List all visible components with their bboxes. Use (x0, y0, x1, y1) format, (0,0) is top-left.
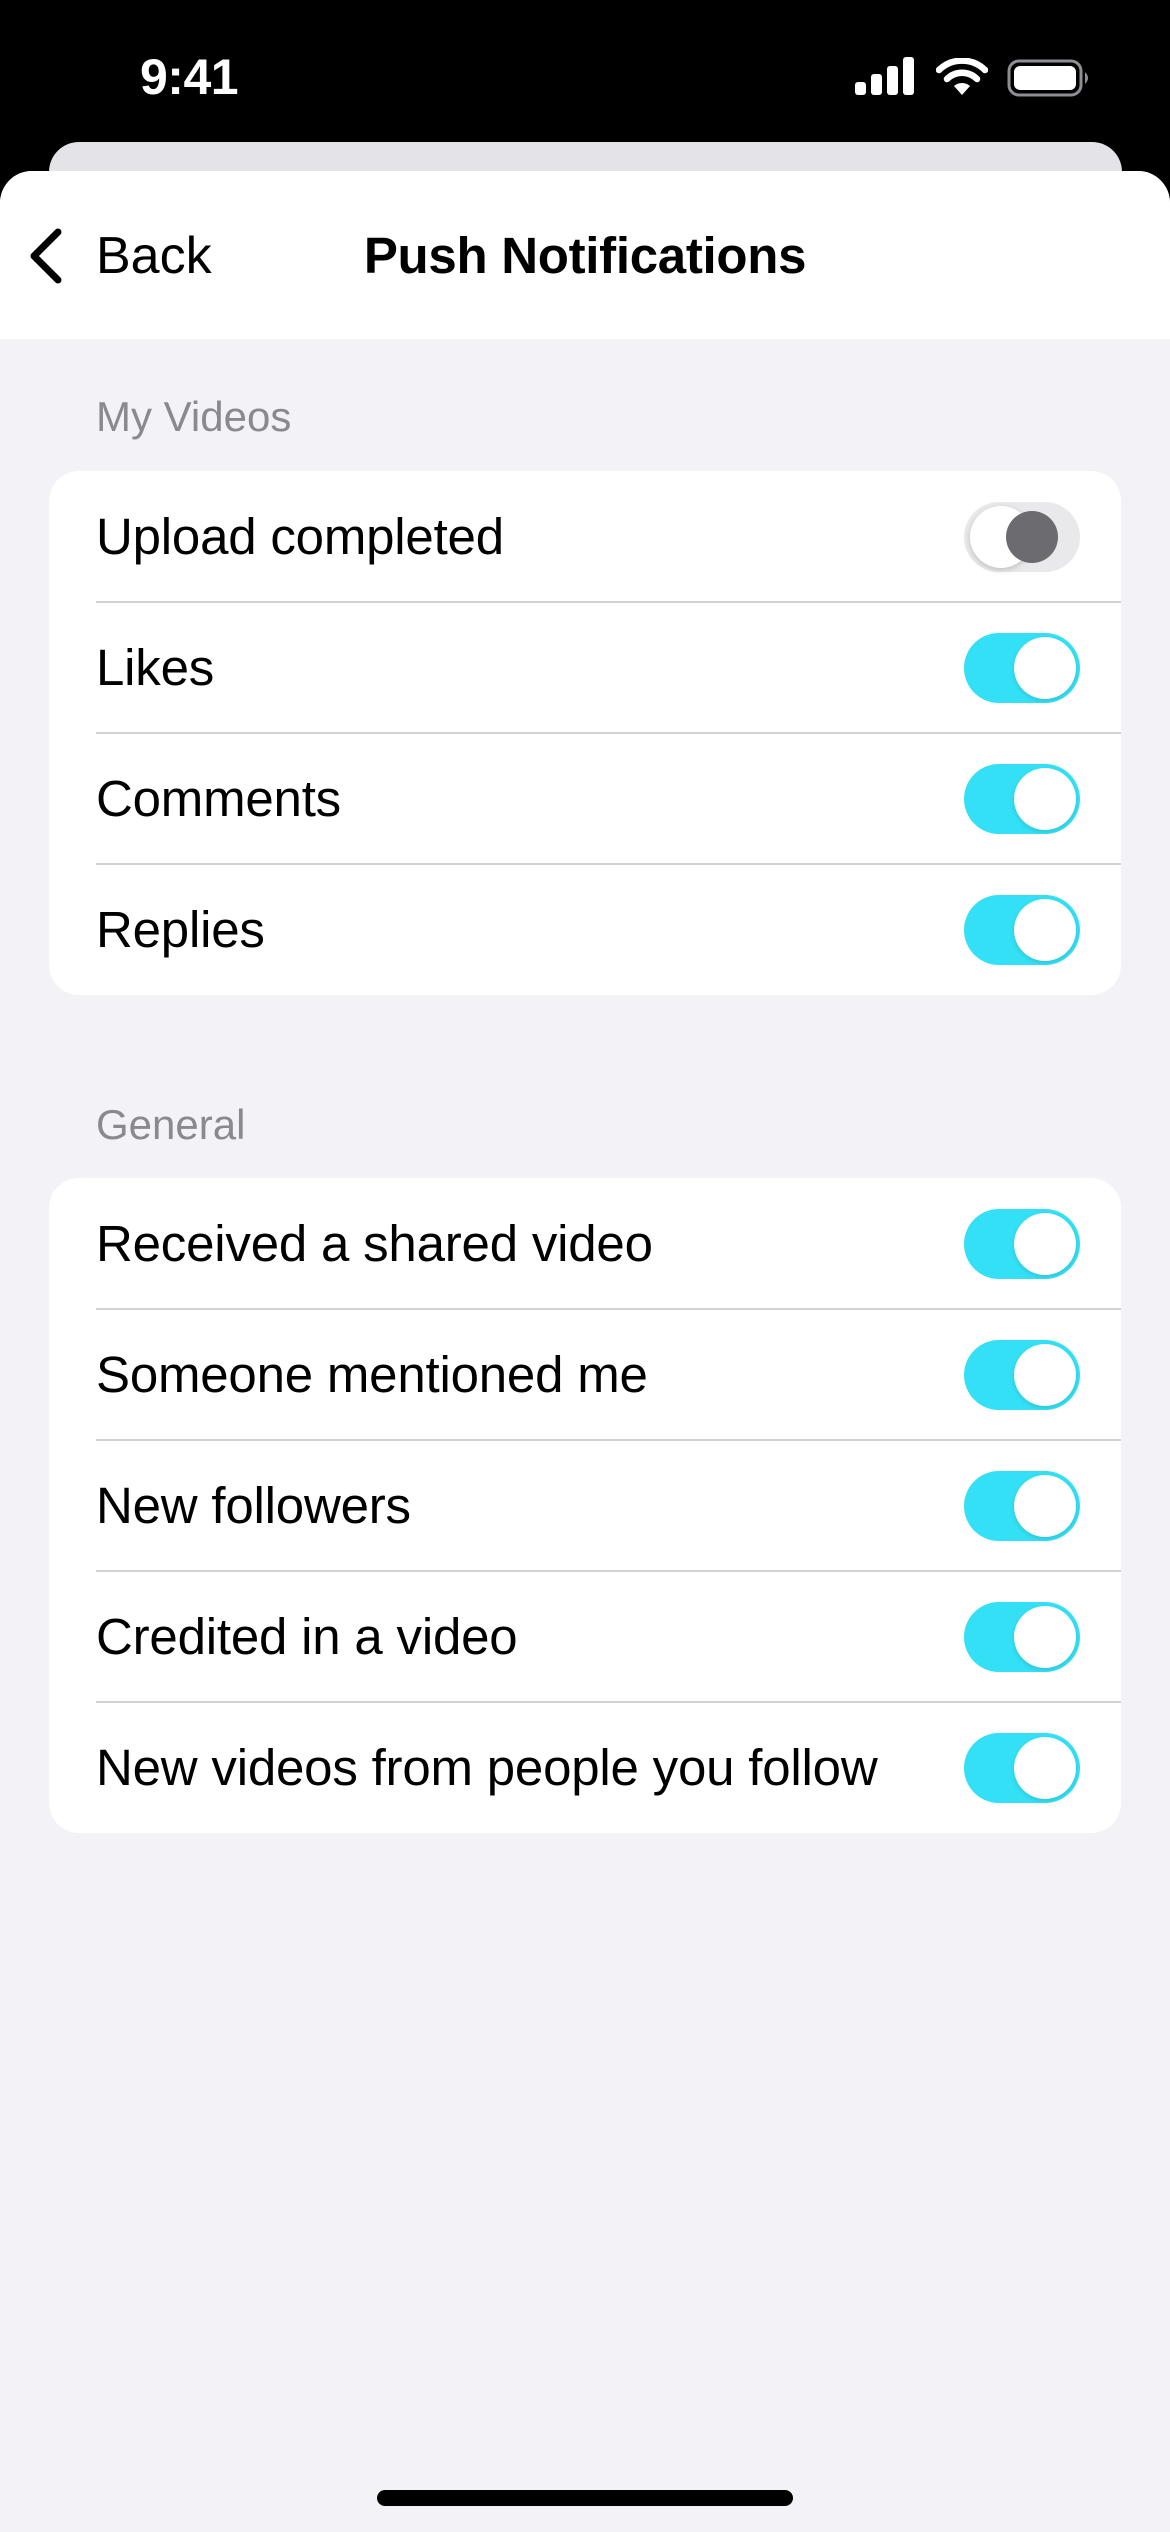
status-bar: 9:41 (0, 0, 1170, 140)
received-shared-video-toggle[interactable] (964, 1209, 1080, 1279)
toggle-knob (1014, 1344, 1076, 1406)
setting-label: Likes (96, 638, 215, 696)
setting-label: Someone mentioned me (96, 1345, 648, 1403)
credited-in-video-toggle[interactable] (964, 1602, 1080, 1672)
likes-toggle[interactable] (964, 633, 1080, 703)
someone-mentioned-me-toggle[interactable] (964, 1340, 1080, 1410)
setting-label: New followers (96, 1476, 411, 1534)
setting-row-credited-in-video: Credited in a video (49, 1570, 1121, 1702)
setting-row-new-videos-from-following: New videos from people you follow (49, 1701, 1121, 1833)
setting-row-comments: Comments (49, 732, 1121, 864)
new-videos-from-following-toggle[interactable] (964, 1733, 1080, 1803)
setting-row-likes: Likes (49, 601, 1121, 733)
touch-indicator (1006, 511, 1058, 563)
toggle-knob (1014, 1737, 1076, 1799)
setting-label: New videos from people you follow (96, 1738, 878, 1796)
status-icons (852, 56, 1102, 98)
toggle-knob (1014, 1475, 1076, 1537)
battery-icon (1007, 59, 1088, 97)
general-card: Received a shared video Someone mentione… (49, 1178, 1121, 1833)
navigation-bar: Back Push Notifications (0, 171, 1170, 339)
replies-toggle[interactable] (964, 895, 1080, 965)
my-videos-card: Upload completed Likes Comments Replies (49, 471, 1121, 995)
toggle-knob (1014, 637, 1076, 699)
toggle-knob (1014, 768, 1076, 830)
setting-label: Received a shared video (96, 1214, 653, 1272)
upload-completed-toggle[interactable] (964, 502, 1080, 572)
section-header-my-videos: My Videos (96, 393, 292, 440)
setting-row-new-followers: New followers (49, 1439, 1121, 1571)
new-followers-toggle[interactable] (964, 1471, 1080, 1541)
home-indicator (377, 2490, 793, 2506)
toggle-knob (1014, 1606, 1076, 1668)
push-notifications-sheet: Back Push Notifications My Videos Upload… (0, 171, 1170, 2532)
setting-label: Upload completed (96, 507, 504, 565)
section-header-general: General (96, 1101, 246, 1148)
setting-label: Credited in a video (96, 1607, 518, 1665)
setting-label: Replies (96, 900, 265, 958)
cellular-signal-icon (855, 57, 914, 95)
page-title: Push Notifications (363, 227, 807, 284)
setting-row-someone-mentioned-me: Someone mentioned me (49, 1308, 1121, 1440)
status-time: 9:41 (140, 49, 239, 105)
setting-row-upload-completed: Upload completed (49, 471, 1121, 602)
toggle-knob (1014, 1213, 1076, 1275)
comments-toggle[interactable] (964, 764, 1080, 834)
setting-row-replies: Replies (49, 863, 1121, 995)
wifi-icon (936, 58, 988, 95)
setting-label: Comments (96, 769, 341, 827)
toggle-knob (1014, 899, 1076, 961)
setting-row-received-shared-video: Received a shared video (49, 1178, 1121, 1309)
